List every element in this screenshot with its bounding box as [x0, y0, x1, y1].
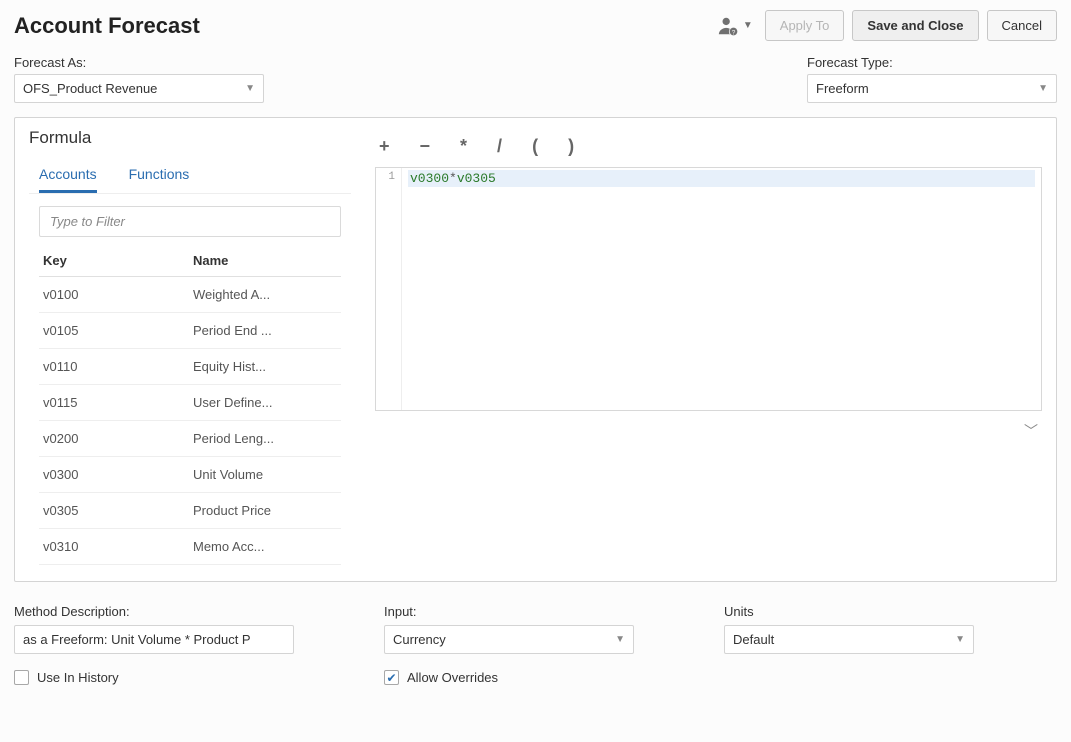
use-in-history-label: Use In History — [37, 670, 119, 685]
forecast-as-select[interactable]: OFS_Product Revenue ▼ — [14, 74, 264, 103]
svg-text:?: ? — [732, 29, 736, 36]
operator-minus[interactable]: − — [420, 136, 431, 157]
formula-panel-title: Formula — [29, 128, 351, 148]
forecast-as-label: Forecast As: — [14, 55, 264, 70]
save-and-close-button[interactable]: Save and Close — [852, 10, 978, 41]
editor-gutter: 1 — [376, 168, 402, 410]
allow-overrides-checkbox[interactable] — [384, 670, 399, 685]
column-name: Name — [193, 253, 337, 268]
forecast-type-label: Forecast Type: — [807, 55, 1057, 70]
input-select[interactable]: Currency ▼ — [384, 625, 634, 654]
chevron-down-icon: ▼ — [245, 83, 255, 94]
apply-to-button[interactable]: Apply To — [765, 10, 845, 41]
method-description-label: Method Description: — [14, 604, 294, 619]
table-row[interactable]: v0200 Period Leng... — [39, 421, 341, 457]
chevron-down-icon: ▼ — [955, 634, 965, 645]
units-select[interactable]: Default ▼ — [724, 625, 974, 654]
table-row[interactable]: v0105 Period End ... — [39, 313, 341, 349]
forecast-as-value: OFS_Product Revenue — [23, 81, 157, 96]
chevron-down-icon: ▼ — [615, 634, 625, 645]
page-title: Account Forecast — [14, 13, 713, 39]
filter-input[interactable] — [39, 206, 341, 237]
forecast-type-select[interactable]: Freeform ▼ — [807, 74, 1057, 103]
formula-editor[interactable]: 1 v0300*v0305 — [375, 167, 1042, 411]
table-row[interactable]: v0305 Product Price — [39, 493, 341, 529]
use-in-history-checkbox[interactable] — [14, 670, 29, 685]
operator-lparen[interactable]: ( — [532, 136, 538, 157]
input-label: Input: — [384, 604, 634, 619]
operator-rparen[interactable]: ) — [568, 136, 574, 157]
method-description-input[interactable]: as a Freeform: Unit Volume * Product P — [14, 625, 294, 654]
person-help-icon: ? — [717, 15, 739, 37]
table-row[interactable]: v0300 Unit Volume — [39, 457, 341, 493]
cancel-button[interactable]: Cancel — [987, 10, 1057, 41]
operator-times[interactable]: * — [460, 136, 467, 157]
table-row[interactable]: v0100 Weighted A... — [39, 277, 341, 313]
operator-divide[interactable]: / — [497, 136, 502, 157]
column-key: Key — [43, 253, 193, 268]
forecast-type-value: Freeform — [816, 81, 869, 96]
editor-content[interactable]: v0300*v0305 — [402, 168, 1041, 410]
accounts-table[interactable]: v0100 Weighted A... v0105 Period End ...… — [39, 277, 341, 567]
expand-editor-icon[interactable]: ﹀ — [1020, 417, 1042, 445]
allow-overrides-label: Allow Overrides — [407, 670, 498, 685]
tab-accounts[interactable]: Accounts — [39, 160, 97, 193]
operator-plus[interactable]: + — [379, 136, 390, 157]
units-label: Units — [724, 604, 974, 619]
tab-functions[interactable]: Functions — [129, 160, 190, 193]
table-row[interactable]: v0310 Memo Acc... — [39, 529, 341, 565]
table-row[interactable]: v0115 User Define... — [39, 385, 341, 421]
user-help-menu[interactable]: ? ▼ — [713, 15, 757, 37]
caret-down-icon: ▼ — [743, 20, 753, 31]
chevron-down-icon: ▼ — [1038, 83, 1048, 94]
table-row[interactable]: v0110 Equity Hist... — [39, 349, 341, 385]
